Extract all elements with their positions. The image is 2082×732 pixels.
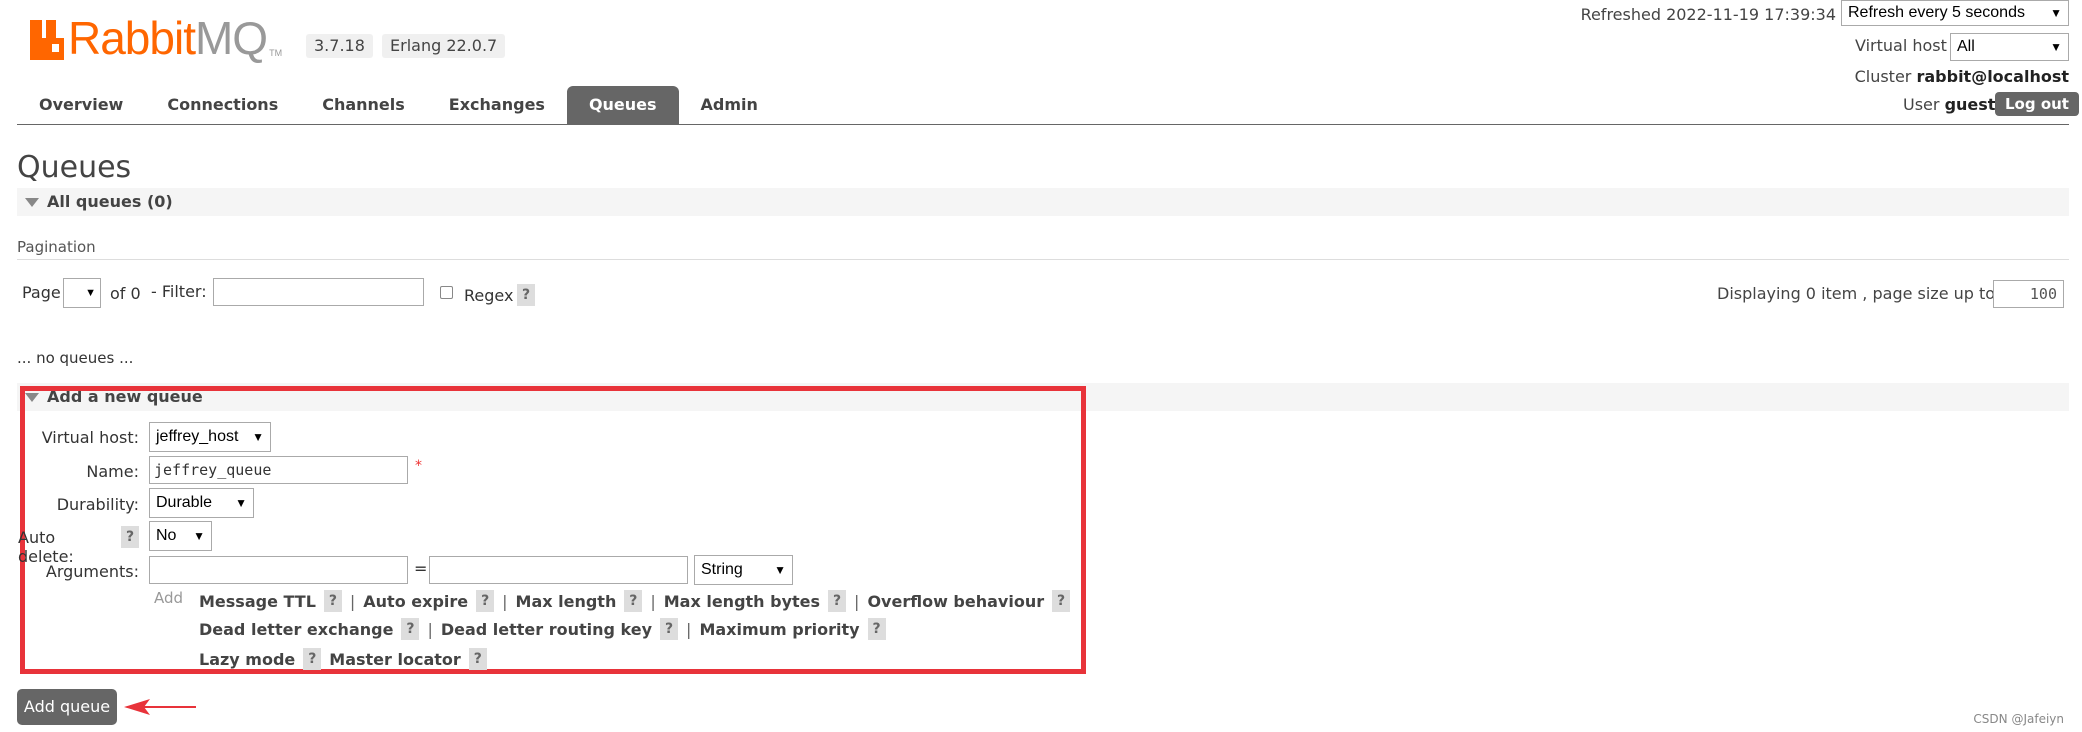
erlang-badge: Erlang 22.0.7 (382, 34, 506, 58)
user-info: User guest (1903, 95, 1996, 114)
tab-channels[interactable]: Channels (300, 86, 427, 124)
dropdown-arrow-icon: ▼ (193, 529, 205, 543)
argument-type-select[interactable]: String ▼ (694, 555, 793, 585)
arg-auto-expire[interactable]: Auto expire (363, 592, 468, 611)
page-of-total: of 0 (110, 284, 141, 303)
equals-sign: = (414, 559, 428, 578)
arg-max-length[interactable]: Max length (516, 592, 617, 611)
dropdown-arrow-icon: ▼ (235, 496, 247, 510)
tab-connections[interactable]: Connections (145, 86, 300, 124)
autodelete-select[interactable]: No ▼ (149, 521, 212, 551)
rabbitmq-logo-icon (30, 20, 64, 60)
queue-vhost-select[interactable]: jeffrey_host ▼ (149, 422, 271, 452)
arg-dead-letter-exchange[interactable]: Dead letter exchange (199, 620, 393, 639)
watermark: CSDN @Jafeiyn (1973, 712, 2064, 726)
vhost-field-label: Virtual host: (41, 428, 139, 447)
help-icon[interactable]: ? (828, 590, 847, 612)
argument-key-input[interactable] (149, 556, 408, 584)
autodelete-field-label: Auto delete: (18, 528, 74, 566)
page-select[interactable]: ▼ (63, 278, 101, 308)
tab-divider (17, 124, 2069, 125)
help-icon[interactable]: ? (468, 648, 487, 670)
collapse-triangle-icon (25, 198, 39, 207)
page-title: Queues (17, 150, 132, 185)
dropdown-arrow-icon: ▼ (774, 563, 786, 577)
regex-label: Regex (464, 286, 514, 305)
version-badge: 3.7.18 (306, 34, 373, 58)
durability-field-label: Durability: (56, 495, 139, 514)
page-label: Page (22, 283, 61, 302)
tab-admin[interactable]: Admin (679, 86, 780, 124)
regex-help-icon[interactable]: ? (517, 284, 535, 306)
durability-select[interactable]: Durable ▼ (149, 488, 254, 518)
tab-queues[interactable]: Queues (566, 86, 679, 124)
pagination-divider (17, 259, 2069, 260)
dropdown-arrow-icon: ▼ (2050, 6, 2062, 20)
help-icon[interactable]: ? (323, 590, 342, 612)
argument-value-input[interactable] (429, 556, 688, 584)
help-icon[interactable]: ? (660, 618, 679, 640)
arg-dead-letter-routing-key[interactable]: Dead letter routing key (441, 620, 652, 639)
all-queues-section[interactable]: All queues (0) (17, 188, 2069, 216)
dropdown-arrow-icon: ▼ (85, 287, 96, 299)
no-queues-message: ... no queues ... (17, 349, 134, 367)
queue-name-input[interactable] (149, 456, 408, 484)
required-marker: * (415, 458, 422, 474)
help-icon[interactable]: ? (867, 618, 886, 640)
dropdown-arrow-icon: ▼ (2050, 40, 2062, 54)
vhost-label: Virtual host (1855, 36, 1947, 55)
logo-trademark: TM (269, 48, 283, 58)
all-queues-title: All queues (0) (47, 192, 173, 211)
argument-shortcuts-row-2: Dead letter exchange ? | Dead letter rou… (199, 618, 886, 640)
add-argument-link[interactable]: Add (154, 589, 183, 607)
logo-text: RabbitMQ (68, 12, 268, 64)
regex-checkbox[interactable] (440, 286, 453, 299)
red-arrow-annotation-icon (124, 699, 196, 715)
add-queue-button[interactable]: Add queue (17, 689, 117, 725)
arg-max-length-bytes[interactable]: Max length bytes (664, 592, 820, 611)
help-icon[interactable]: ? (401, 618, 420, 640)
logout-button[interactable]: Log out (1995, 92, 2079, 116)
user-name: guest (1944, 95, 1996, 114)
arg-message-ttl[interactable]: Message TTL (199, 592, 316, 611)
tab-exchanges[interactable]: Exchanges (427, 86, 567, 124)
rabbitmq-logo: RabbitMQ TM (30, 10, 283, 64)
displaying-text: Displaying 0 item , page size up to: (1717, 284, 2001, 303)
help-icon[interactable]: ? (476, 590, 495, 612)
refresh-interval-select[interactable]: Refresh every 5 seconds ▼ (1841, 0, 2069, 26)
argument-shortcuts-row-3: Lazy mode ? Master locator ? (199, 648, 487, 670)
arg-lazy-mode[interactable]: Lazy mode (199, 650, 295, 669)
arg-overflow-behaviour[interactable]: Overflow behaviour (867, 592, 1044, 611)
arguments-field-label: Arguments: (45, 562, 139, 581)
argument-shortcuts-row-1: Message TTL ? | Auto expire ? | Max leng… (199, 590, 1071, 612)
cluster-info: Cluster rabbit@localhost (1854, 67, 2069, 86)
cluster-name: rabbit@localhost (1916, 67, 2069, 86)
pagination-label: Pagination (17, 238, 96, 256)
help-icon[interactable]: ? (624, 590, 643, 612)
filter-input[interactable] (213, 278, 424, 306)
name-field-label: Name: (86, 462, 139, 481)
vhost-select[interactable]: All ▼ (1950, 33, 2069, 61)
help-icon[interactable]: ? (303, 648, 322, 670)
arg-maximum-priority[interactable]: Maximum priority (699, 620, 859, 639)
arg-master-locator[interactable]: Master locator (329, 650, 461, 669)
autodelete-help-icon[interactable]: ? (121, 526, 139, 548)
filter-label: - Filter: (151, 282, 207, 301)
page-size-input[interactable] (1993, 280, 2064, 308)
tab-overview[interactable]: Overview (17, 86, 145, 124)
main-nav-tabs: Overview Connections Channels Exchanges … (17, 86, 780, 124)
help-icon[interactable]: ? (1052, 590, 1071, 612)
refreshed-timestamp: Refreshed 2022-11-19 17:39:34 (1580, 5, 1836, 24)
dropdown-arrow-icon: ▼ (252, 430, 264, 444)
